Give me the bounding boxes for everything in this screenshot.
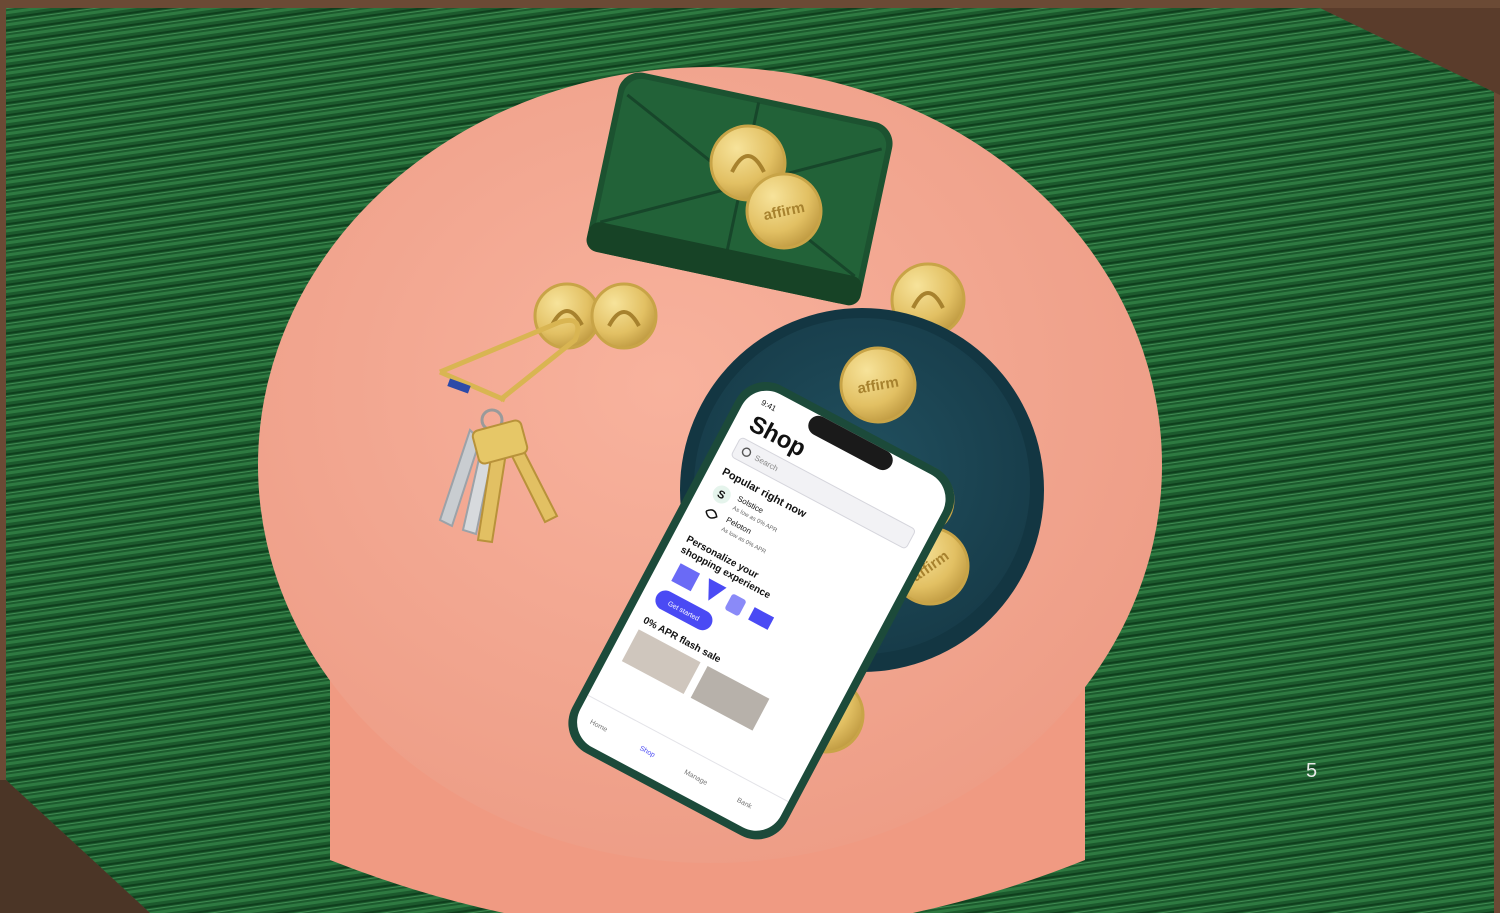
photo-scene: affirm affirm affirm 9:41 Shop Search Po…	[0, 0, 1500, 913]
page-number: 5	[1306, 760, 1318, 782]
photo-illustration: affirm affirm affirm 9:41 Shop Search Po…	[0, 0, 1500, 913]
coin: affirm	[839, 346, 917, 424]
coin: affirm	[745, 172, 823, 250]
